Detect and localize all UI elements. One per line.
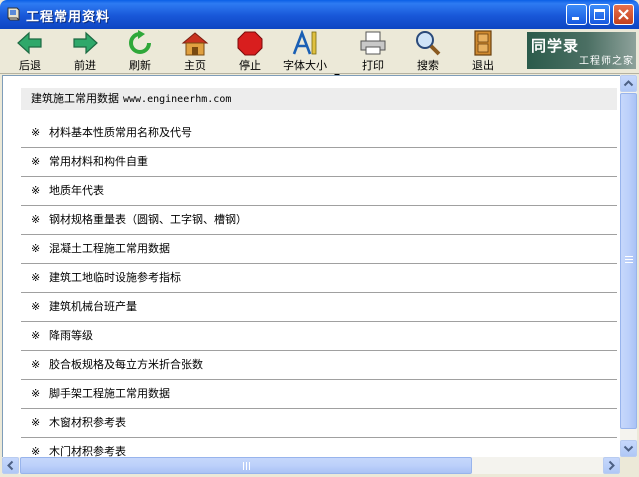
list-item-label: 地质年代表 <box>49 184 104 197</box>
scroll-up-arrow-icon <box>623 80 634 87</box>
brand-logo: 同学录 工程师之家 <box>527 32 636 69</box>
scroll-down-button[interactable] <box>620 440 637 457</box>
list-item[interactable]: ※ 降雨等级 <box>21 322 617 351</box>
list-item[interactable]: ※ 脚手架工程施工常用数据 <box>21 380 617 409</box>
exit-door-icon <box>474 30 492 56</box>
back-label: 后退 <box>19 59 41 72</box>
bullet-mark: ※ <box>31 387 41 400</box>
bullet-mark: ※ <box>31 155 41 168</box>
thumb-grip <box>625 262 633 263</box>
bullet-mark: ※ <box>31 329 41 342</box>
site-url: www.engineerhm.com <box>123 94 232 105</box>
vertical-scroll-thumb[interactable] <box>620 93 637 429</box>
list-item[interactable]: ※ 胶合板规格及每立方米折合张数 <box>21 351 617 380</box>
list-item-label: 建筑机械台班产量 <box>49 300 137 313</box>
bullet-mark: ※ <box>31 416 41 429</box>
page-header: 建筑施工常用数据 www.engineerhm.com <box>21 88 617 110</box>
scroll-down-arrow-icon <box>623 445 634 452</box>
refresh-icon <box>129 30 151 54</box>
list-item-label: 混凝土工程施工常用数据 <box>49 242 170 255</box>
search-icon <box>416 31 441 56</box>
app-window: 工程常用资料 后退 前进 刷新 主页 停止 字体大小 打印 搜索 退出 同学录 … <box>0 0 639 474</box>
list-item[interactable]: ※ 地质年代表 <box>21 177 617 206</box>
search-label: 搜索 <box>417 59 439 72</box>
maximize-button[interactable] <box>589 4 610 25</box>
font-size-icon <box>292 30 317 55</box>
exit-button[interactable]: 退出 <box>463 30 503 72</box>
close-icon <box>618 9 629 20</box>
search-button[interactable]: 搜索 <box>408 30 448 72</box>
list-item-label: 胶合板规格及每立方米折合张数 <box>49 358 203 371</box>
list-item[interactable]: ※ 建筑工地临时设施参考指标 <box>21 264 617 293</box>
printer-icon <box>360 31 386 55</box>
home-icon <box>181 32 209 56</box>
forward-button[interactable]: 前进 <box>65 30 105 72</box>
bullet-mark: ※ <box>31 300 41 313</box>
bullet-mark: ※ <box>31 184 41 197</box>
scroll-left-button[interactable] <box>2 457 19 474</box>
stop-button[interactable]: 停止 <box>230 30 270 72</box>
list-item-label: 钢材规格重量表（圆钢、工字钢、槽钢） <box>49 213 247 226</box>
list-item-label: 木窗材积参考表 <box>49 416 126 429</box>
scroll-right-arrow-icon <box>608 460 615 471</box>
horizontal-scroll-thumb[interactable] <box>20 457 472 474</box>
list-item-label: 建筑工地临时设施参考指标 <box>49 271 181 284</box>
list-item-label: 降雨等级 <box>49 329 93 342</box>
minimize-button[interactable] <box>566 4 587 25</box>
refresh-label: 刷新 <box>129 59 151 72</box>
content-pane: 建筑施工常用数据 www.engineerhm.com ※ 材料基本性质常用名称及代… <box>2 75 621 459</box>
maximize-icon <box>594 9 605 20</box>
thumb-grip <box>249 462 250 470</box>
bullet-mark: ※ <box>31 445 41 458</box>
scroll-up-button[interactable] <box>620 75 637 92</box>
thumb-grip <box>625 259 633 260</box>
logo-main-text: 同学录 <box>531 37 580 55</box>
page-title: 建筑施工常用数据 <box>31 92 119 105</box>
title-bar[interactable]: 工程常用资料 <box>0 0 639 29</box>
minimize-icon <box>572 17 579 20</box>
font-size-label: 字体大小 <box>283 59 327 72</box>
scroll-right-button[interactable] <box>603 457 620 474</box>
bullet-mark: ※ <box>31 126 41 139</box>
list-item[interactable]: ※ 钢材规格重量表（圆钢、工字钢、槽钢） <box>21 206 617 235</box>
list-item[interactable]: ※ 材料基本性质常用名称及代号 <box>21 119 617 148</box>
thumb-grip <box>625 256 633 257</box>
stop-icon <box>237 31 263 56</box>
home-button[interactable]: 主页 <box>175 30 215 72</box>
scroll-left-arrow-icon <box>7 460 14 471</box>
back-arrow-icon <box>17 31 42 55</box>
list-item[interactable]: ※ 建筑机械台班产量 <box>21 293 617 322</box>
forward-arrow-icon <box>73 31 98 55</box>
thumb-grip <box>246 462 247 470</box>
close-button[interactable] <box>613 4 634 25</box>
list-item[interactable]: ※ 常用材料和构件自重 <box>21 148 617 177</box>
app-book-icon <box>5 6 21 22</box>
stop-label: 停止 <box>239 59 261 72</box>
list-item[interactable]: ※ 木门材积参考表 <box>21 438 617 458</box>
horizontal-scrollbar[interactable] <box>2 457 620 474</box>
logo-sub-text: 工程师之家 <box>579 56 634 67</box>
print-button[interactable]: 打印 <box>353 30 393 72</box>
bullet-mark: ※ <box>31 213 41 226</box>
list-item[interactable]: ※ 木窗材积参考表 <box>21 409 617 438</box>
font-size-button[interactable]: 字体大小 <box>280 30 330 72</box>
list-item-label: 脚手架工程施工常用数据 <box>49 387 170 400</box>
print-label: 打印 <box>362 59 384 72</box>
exit-label: 退出 <box>472 59 494 72</box>
list-item[interactable]: ※ 混凝土工程施工常用数据 <box>21 235 617 264</box>
list-item-label: 常用材料和构件自重 <box>49 155 148 168</box>
thumb-grip <box>243 462 244 470</box>
scrollbar-corner <box>620 457 637 474</box>
back-button[interactable]: 后退 <box>10 30 50 72</box>
list-item-label: 材料基本性质常用名称及代号 <box>49 126 192 139</box>
bullet-mark: ※ <box>31 242 41 255</box>
forward-label: 前进 <box>74 59 96 72</box>
vertical-scrollbar[interactable] <box>620 75 637 457</box>
bullet-mark: ※ <box>31 358 41 371</box>
bullet-mark: ※ <box>31 271 41 284</box>
refresh-button[interactable]: 刷新 <box>120 30 160 72</box>
home-label: 主页 <box>184 59 206 72</box>
window-title: 工程常用资料 <box>26 10 111 25</box>
